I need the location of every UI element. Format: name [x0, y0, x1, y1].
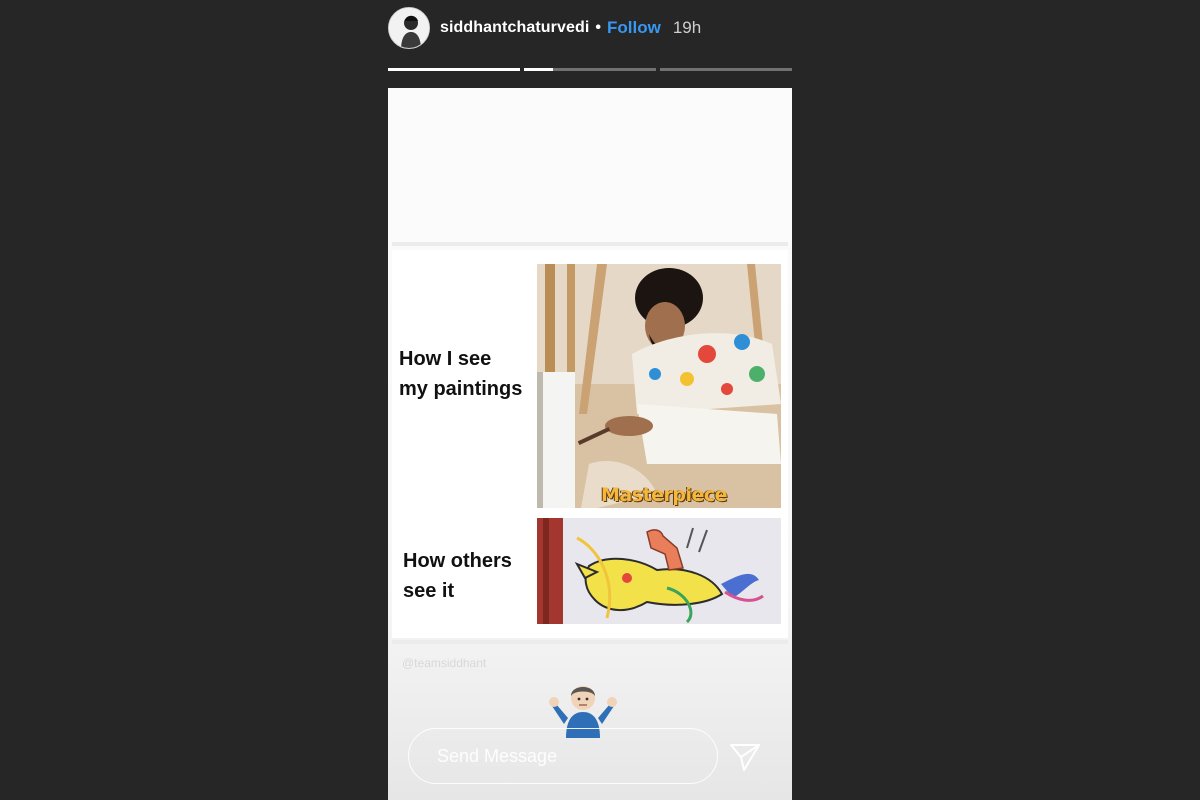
- caption-top-line-1: How I see: [399, 348, 492, 370]
- caption-bottom: How others see it: [403, 546, 512, 606]
- separator-dot: •: [595, 19, 601, 36]
- caption-top-line-2: my paintings: [399, 378, 523, 400]
- artist-photo: Masterpiece: [537, 264, 781, 508]
- divider: [392, 242, 788, 246]
- progress-segment: [660, 68, 792, 71]
- progress-fill: [388, 68, 520, 71]
- artist-photo-art: [537, 264, 781, 508]
- caption-bottom-line-1: How others: [403, 550, 512, 572]
- progress-fill: [524, 68, 554, 71]
- story-viewer: siddhantchaturvedi • Follow 19h How I se…: [0, 0, 1200, 800]
- painting-art: [537, 518, 781, 624]
- paper-plane-icon[interactable]: [728, 740, 762, 774]
- divider: [392, 640, 788, 644]
- follow-button[interactable]: Follow: [607, 18, 661, 38]
- progress-segment: [524, 68, 656, 71]
- username[interactable]: siddhantchaturvedi: [440, 19, 589, 37]
- post-time: 19h: [672, 18, 702, 37]
- story-header: siddhantchaturvedi • Follow 19h: [388, 6, 792, 50]
- story-progress: [388, 68, 792, 71]
- meme-image: How I see my paintings Masterpiece How o…: [392, 250, 788, 638]
- caption-bottom-line-2: see it: [403, 580, 455, 602]
- avatar-image: [389, 8, 429, 48]
- story-content[interactable]: How I see my paintings Masterpiece How o…: [388, 88, 792, 800]
- send-message-box[interactable]: [408, 728, 718, 784]
- blank-area: [388, 88, 792, 244]
- profile-avatar[interactable]: [388, 7, 430, 49]
- progress-segment: [388, 68, 520, 71]
- painting-photo: [537, 518, 781, 624]
- caption-top: How I see my paintings: [399, 344, 522, 404]
- send-icon-graphic: [730, 744, 760, 771]
- send-message-input[interactable]: [435, 744, 699, 768]
- watermark: @teamsiddhant: [402, 656, 487, 670]
- masterpiece-label: Masterpiece: [601, 484, 728, 506]
